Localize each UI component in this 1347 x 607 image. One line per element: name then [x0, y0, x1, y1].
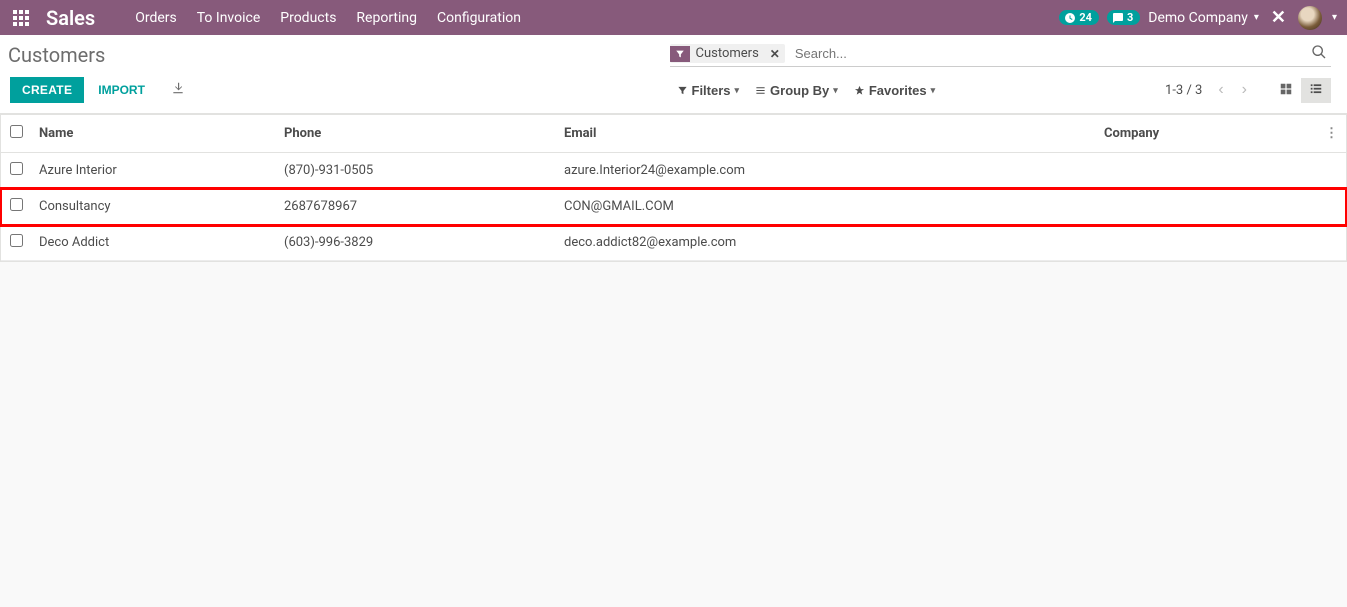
topbar-right: 24 3 Demo Company ▾ ✕ ▾: [1059, 6, 1337, 30]
list-view-button[interactable]: [1301, 78, 1331, 103]
row-select-cell: [1, 225, 31, 261]
search-facet: Customers ✕: [670, 44, 785, 63]
table-row[interactable]: Azure Interior(870)-931-0505azure.Interi…: [1, 153, 1346, 189]
pager-next[interactable]: ›: [1236, 79, 1253, 101]
groupby-label: Group By: [770, 83, 829, 98]
customers-table: Name Phone Email Company ⋮ Azure Interio…: [0, 114, 1347, 262]
create-button[interactable]: CREATE: [10, 77, 84, 103]
nav-links: Orders To Invoice Products Reporting Con…: [125, 2, 531, 34]
groupby-button[interactable]: Group By ▾: [749, 79, 844, 102]
cell-name: Consultancy: [31, 189, 276, 225]
cell-phone: (870)-931-0505: [276, 153, 556, 189]
nav-orders[interactable]: Orders: [125, 2, 187, 34]
company-name: Demo Company: [1148, 10, 1248, 26]
cell-phone: (603)-996-3829: [276, 225, 556, 261]
company-menu[interactable]: Demo Company ▾: [1148, 10, 1259, 26]
table-row[interactable]: Deco Addict(603)-996-3829deco.addict82@e…: [1, 225, 1346, 261]
facet-remove[interactable]: ✕: [765, 47, 785, 61]
messages-badge[interactable]: 3: [1107, 10, 1140, 25]
close-icon[interactable]: ✕: [1267, 7, 1290, 28]
select-all-checkbox[interactable]: [10, 125, 23, 138]
topbar: Sales Orders To Invoice Products Reporti…: [0, 0, 1347, 35]
caret-down-icon: ▾: [735, 85, 740, 96]
cp-top: Customers Customers ✕: [0, 35, 1347, 71]
cp-bottom: CREATE IMPORT Filters ▾ Group By ▾: [0, 71, 1347, 113]
nav-reporting[interactable]: Reporting: [346, 2, 427, 34]
view-switch: [1271, 78, 1331, 103]
caret-down-icon: ▾: [931, 85, 936, 96]
cell-email: deco.addict82@example.com: [556, 225, 1096, 261]
download-icon[interactable]: [171, 81, 185, 99]
caret-down-icon: ▾: [1254, 12, 1259, 23]
filters-button[interactable]: Filters ▾: [671, 79, 746, 102]
cell-name: Azure Interior: [31, 153, 276, 189]
caret-down-icon: ▾: [833, 85, 838, 96]
row-checkbox[interactable]: [10, 162, 23, 175]
search-area: Customers ✕: [670, 43, 1332, 67]
app-brand[interactable]: Sales: [46, 6, 95, 30]
pager-text: 1-3 / 3: [1165, 83, 1202, 98]
cell-company: [1096, 153, 1317, 189]
row-checkbox[interactable]: [10, 198, 23, 211]
page-title: Customers: [8, 43, 670, 67]
nav-to-invoice[interactable]: To Invoice: [187, 2, 271, 34]
import-button[interactable]: IMPORT: [94, 77, 149, 103]
kanban-view-button[interactable]: [1271, 78, 1301, 103]
header-phone[interactable]: Phone: [276, 115, 556, 153]
pager-nav: ‹ ›: [1212, 79, 1253, 101]
control-panel: Customers Customers ✕ CREATE IMPORT: [0, 35, 1347, 114]
search-input[interactable]: [789, 43, 1307, 64]
pager-prev[interactable]: ‹: [1212, 79, 1229, 101]
cp-left: CREATE IMPORT: [10, 77, 671, 103]
cp-filters: Filters ▾ Group By ▾ Favorites ▾: [671, 79, 942, 102]
table-header-row: Name Phone Email Company ⋮: [1, 115, 1346, 153]
cell-company: [1096, 225, 1317, 261]
user-caret-icon: ▾: [1332, 12, 1337, 23]
activity-count: 24: [1079, 11, 1092, 24]
favorites-label: Favorites: [869, 83, 927, 98]
messages-count: 3: [1127, 11, 1133, 24]
nav-products[interactable]: Products: [270, 2, 346, 34]
header-name[interactable]: Name: [31, 115, 276, 153]
cell-email: azure.Interior24@example.com: [556, 153, 1096, 189]
cell-email: CON@GMAIL.COM: [556, 189, 1096, 225]
header-company[interactable]: Company: [1096, 115, 1317, 153]
cell-company: [1096, 189, 1317, 225]
facet-label: Customers: [690, 44, 765, 63]
header-options[interactable]: ⋮: [1317, 115, 1346, 153]
cell-options: [1317, 153, 1346, 189]
favorites-button[interactable]: Favorites ▾: [848, 79, 941, 102]
header-email[interactable]: Email: [556, 115, 1096, 153]
filters-label: Filters: [692, 83, 731, 98]
row-select-cell: [1, 189, 31, 225]
row-select-cell: [1, 153, 31, 189]
cell-phone: 2687678967: [276, 189, 556, 225]
activity-badge[interactable]: 24: [1059, 10, 1099, 25]
table-row[interactable]: Consultancy2687678967CON@GMAIL.COM: [1, 189, 1346, 225]
select-all-header: [1, 115, 31, 153]
avatar[interactable]: [1298, 6, 1322, 30]
apps-icon[interactable]: [6, 10, 36, 26]
cell-options: [1317, 225, 1346, 261]
search-icon[interactable]: [1307, 44, 1331, 64]
funnel-icon: [670, 46, 690, 62]
nav-configuration[interactable]: Configuration: [427, 2, 531, 34]
cell-name: Deco Addict: [31, 225, 276, 261]
cell-options: [1317, 189, 1346, 225]
cp-right: Filters ▾ Group By ▾ Favorites ▾ 1-3 / 3…: [671, 78, 1332, 103]
pager: 1-3 / 3 ‹ ›: [1165, 78, 1331, 103]
row-checkbox[interactable]: [10, 234, 23, 247]
